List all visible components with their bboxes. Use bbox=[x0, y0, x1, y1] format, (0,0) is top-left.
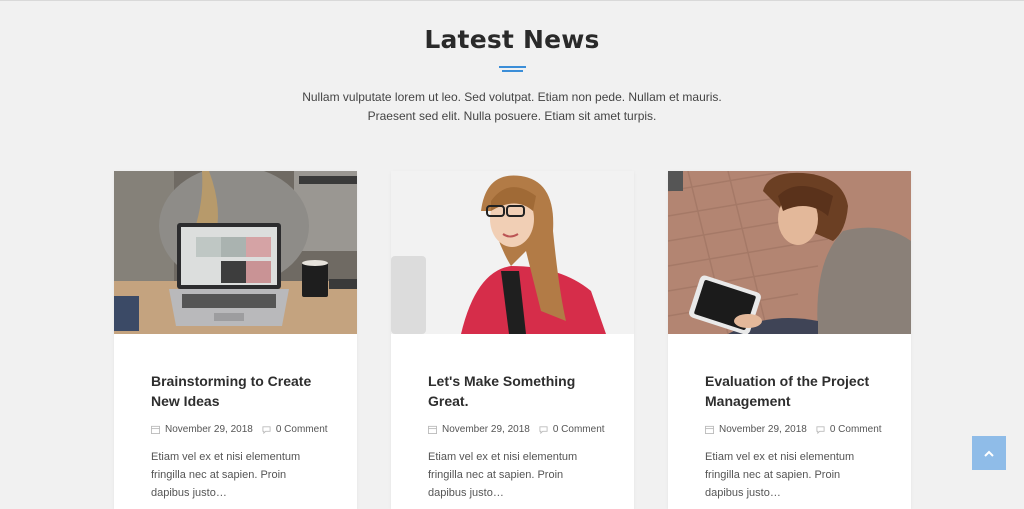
post-comments[interactable]: 0 Comment bbox=[830, 424, 882, 435]
post-title[interactable]: Evaluation of the Project Management bbox=[705, 371, 875, 411]
title-divider bbox=[499, 66, 526, 72]
post-title[interactable]: Brainstorming to Create New Ideas bbox=[151, 371, 321, 411]
comment-icon bbox=[816, 426, 825, 434]
post-date[interactable]: November 29, 2018 bbox=[719, 424, 807, 435]
comment-icon bbox=[539, 426, 548, 434]
post-comments[interactable]: 0 Comment bbox=[276, 424, 328, 435]
post-meta: November 29, 2018 0 Comment bbox=[151, 424, 337, 435]
section-title: Latest News bbox=[424, 25, 600, 54]
post-excerpt: Etiam vel ex et nisi elementum fringilla… bbox=[705, 451, 855, 499]
calendar-icon bbox=[705, 425, 714, 434]
news-card[interactable]: Evaluation of the Project Management Nov… bbox=[668, 171, 911, 509]
chevron-up-icon bbox=[984, 450, 994, 457]
post-title[interactable]: Let's Make Something Great. bbox=[428, 371, 598, 411]
post-meta: November 29, 2018 0 Comment bbox=[705, 424, 891, 435]
section-subtitle: Nullam vulputate lorem ut leo. Sed volut… bbox=[262, 88, 762, 126]
post-image-laptop-presentation[interactable] bbox=[114, 171, 357, 334]
news-card[interactable]: Let's Make Something Great. November 29,… bbox=[391, 171, 634, 509]
post-excerpt: Etiam vel ex et nisi elementum fringilla… bbox=[151, 451, 301, 499]
news-card[interactable]: Brainstorming to Create New Ideas Novemb… bbox=[114, 171, 357, 509]
post-image-woman-tablet[interactable] bbox=[668, 171, 911, 334]
comment-icon bbox=[262, 426, 271, 434]
post-date[interactable]: November 29, 2018 bbox=[165, 424, 253, 435]
post-meta: November 29, 2018 0 Comment bbox=[428, 424, 614, 435]
post-excerpt: Etiam vel ex et nisi elementum fringilla… bbox=[428, 451, 578, 499]
subtitle-line-1: Nullam vulputate lorem ut leo. Sed volut… bbox=[302, 90, 722, 104]
post-image-woman-glasses[interactable] bbox=[391, 171, 634, 334]
scroll-to-top-button[interactable] bbox=[972, 436, 1006, 470]
calendar-icon bbox=[151, 425, 160, 434]
post-date[interactable]: November 29, 2018 bbox=[442, 424, 530, 435]
calendar-icon bbox=[428, 425, 437, 434]
post-comments[interactable]: 0 Comment bbox=[553, 424, 605, 435]
subtitle-line-2: Praesent sed elit. Nulla posuere. Etiam … bbox=[367, 109, 657, 123]
